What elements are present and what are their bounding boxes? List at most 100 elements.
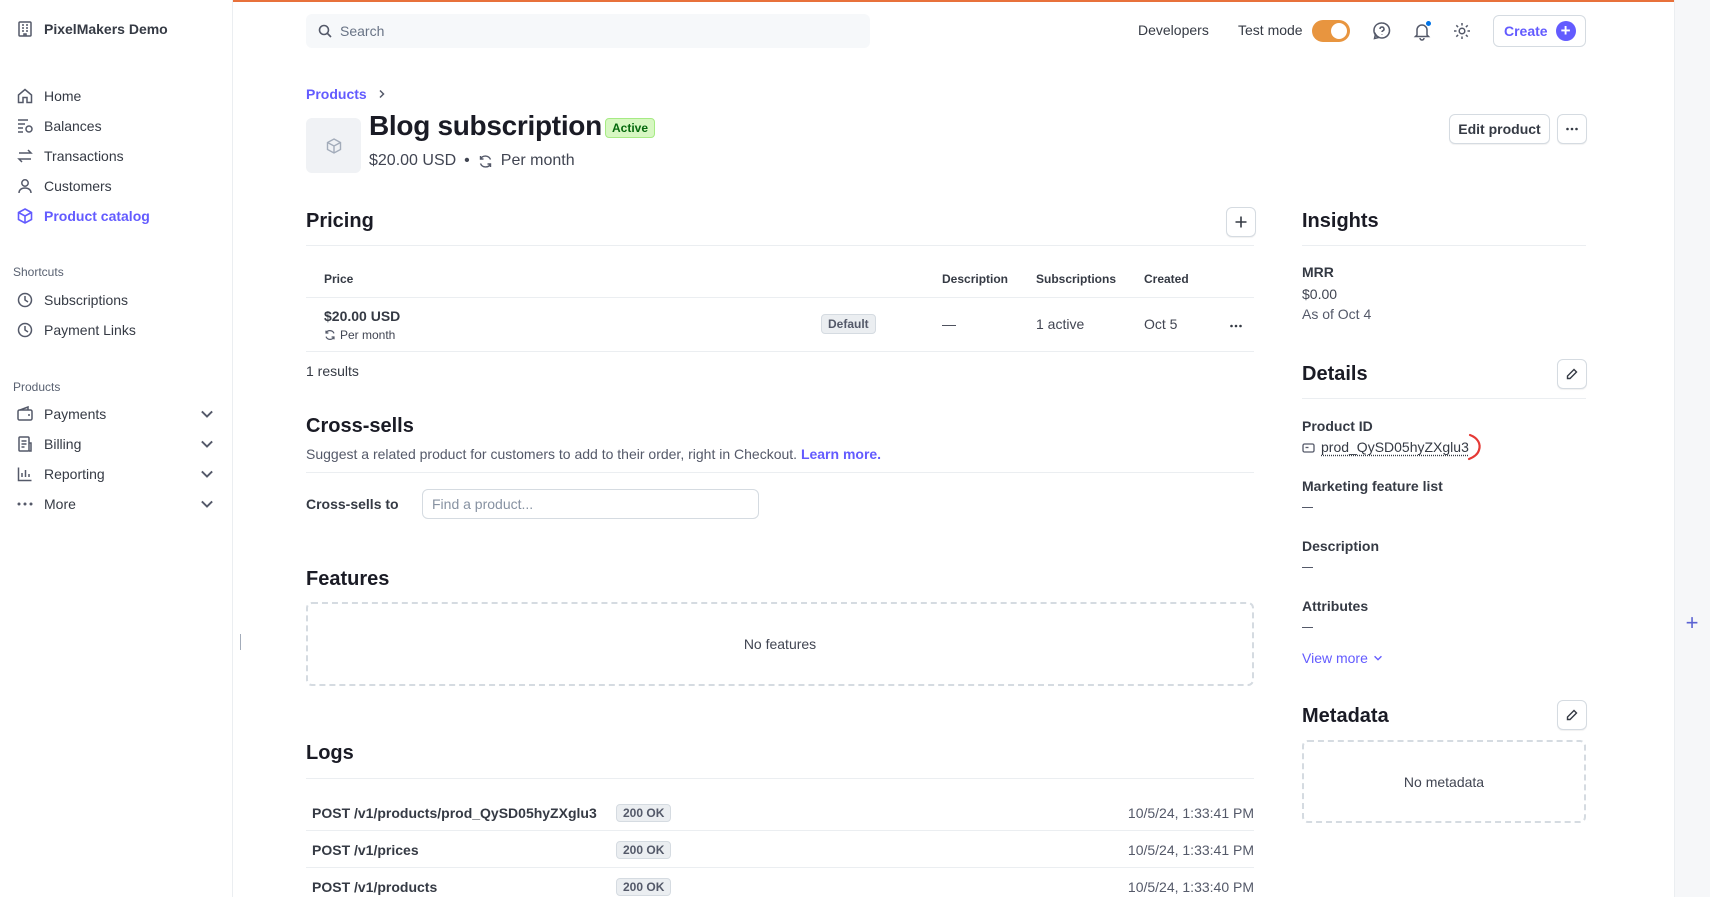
- log-row[interactable]: POST /v1/prices 200 OK 10/5/24, 1:33:41 …: [306, 832, 1254, 868]
- metadata-empty-state: No metadata: [1302, 740, 1586, 823]
- find-product-input[interactable]: [422, 489, 759, 519]
- sidebar-item-label: Transactions: [44, 148, 124, 164]
- sidebar-item-product-catalog[interactable]: Product catalog: [16, 204, 216, 228]
- sidebar-item-reporting[interactable]: Reporting: [16, 462, 216, 486]
- cross-sells-heading: Cross-sells: [306, 415, 414, 438]
- plus-icon: [1234, 215, 1248, 229]
- transactions-icon: [16, 147, 34, 165]
- log-status-badge: 200 OK: [616, 804, 671, 822]
- marketing-feature-label: Marketing feature list: [1302, 478, 1443, 494]
- divider: [1302, 398, 1586, 399]
- account-switcher[interactable]: PixelMakers Demo: [16, 20, 168, 38]
- notification-dot: [1425, 20, 1432, 27]
- price-interval-label: Per month: [340, 328, 395, 342]
- clock-icon: [16, 321, 34, 339]
- view-more-link[interactable]: View more: [1302, 650, 1384, 666]
- chevron-right-icon: [377, 89, 387, 99]
- breadcrumb[interactable]: Products: [306, 86, 387, 102]
- mrr-label: MRR: [1302, 264, 1334, 280]
- log-time: 10/5/24, 1:33:40 PM: [1128, 879, 1254, 895]
- assistant-side-strip: [1674, 0, 1710, 897]
- sidebar-item-transactions[interactable]: Transactions: [16, 144, 216, 168]
- sidebar-item-payments[interactable]: Payments: [16, 402, 216, 426]
- log-row[interactable]: POST /v1/products/prod_QySD05hyZXglu3 20…: [306, 795, 1254, 831]
- chevron-down-icon: [1372, 652, 1384, 664]
- mrr-value: $0.00: [1302, 286, 1337, 302]
- breadcrumb-products[interactable]: Products: [306, 86, 367, 102]
- log-status-badge: 200 OK: [616, 841, 671, 859]
- billing-icon: [16, 435, 34, 453]
- sidebar-item-label: More: [44, 496, 76, 512]
- cube-icon: [325, 137, 343, 155]
- search-bar[interactable]: Search: [306, 14, 870, 48]
- expand-panel-plus-icon[interactable]: +: [1680, 612, 1704, 636]
- column-header-price: Price: [324, 272, 353, 286]
- column-header-created: Created: [1144, 272, 1189, 286]
- empty-value-dash: [1302, 627, 1313, 628]
- clock-icon: [16, 291, 34, 309]
- cube-icon: [16, 207, 34, 225]
- status-badge: Active: [605, 118, 655, 138]
- shortcuts-heading: Shortcuts: [13, 265, 64, 279]
- row-actions-icon[interactable]: [1229, 319, 1243, 333]
- recurring-icon: [324, 329, 336, 341]
- pricing-heading: Pricing: [306, 210, 374, 233]
- product-summary: $20.00 USD • Per month: [369, 152, 575, 170]
- column-header-subscriptions: Subscriptions: [1036, 272, 1116, 286]
- log-path: POST /v1/products: [312, 879, 437, 895]
- sidebar-item-label: Payment Links: [44, 322, 136, 338]
- description-label: Description: [1302, 538, 1379, 554]
- empty-value-dash: [1302, 507, 1313, 508]
- product-id-value[interactable]: prod_QySD05hyZXglu3: [1302, 439, 1469, 455]
- details-heading: Details: [1302, 363, 1368, 386]
- gear-icon[interactable]: [1452, 21, 1472, 41]
- learn-more-link[interactable]: Learn more.: [801, 446, 881, 462]
- sidebar-item-label: Subscriptions: [44, 292, 128, 308]
- more-actions-button[interactable]: [1557, 114, 1587, 144]
- help-icon[interactable]: [1372, 21, 1392, 41]
- create-button[interactable]: Create +: [1493, 15, 1586, 47]
- sidebar-item-balances[interactable]: Balances: [16, 114, 216, 138]
- cross-sells-description: Suggest a related product for customers …: [306, 446, 881, 462]
- cross-sells-text: Suggest a related product for customers …: [306, 446, 797, 462]
- sidebar-item-payment-links[interactable]: Payment Links: [16, 318, 216, 342]
- test-mode-toggle[interactable]: [1312, 20, 1350, 42]
- insights-heading: Insights: [1302, 210, 1379, 233]
- edit-details-button[interactable]: [1557, 359, 1587, 389]
- pencil-icon: [1566, 368, 1578, 380]
- sidebar-item-customers[interactable]: Customers: [16, 174, 216, 198]
- sidebar-item-label: Reporting: [44, 466, 105, 482]
- sidebar-item-home[interactable]: Home: [16, 84, 216, 108]
- customers-icon: [16, 177, 34, 195]
- edit-product-button[interactable]: Edit product: [1449, 114, 1550, 144]
- plus-icon: +: [1556, 21, 1576, 41]
- copy-icon[interactable]: [1302, 441, 1315, 454]
- home-icon: [16, 87, 34, 105]
- log-row[interactable]: POST /v1/products 200 OK 10/5/24, 1:33:4…: [306, 869, 1254, 897]
- results-count: 1 results: [306, 363, 359, 379]
- sidebar-item-more[interactable]: More: [16, 492, 216, 516]
- sidebar-item-billing[interactable]: Billing: [16, 432, 216, 456]
- pencil-icon: [1566, 709, 1578, 721]
- page-title: Blog subscription: [369, 110, 602, 142]
- divider: [1302, 245, 1586, 246]
- price-created: Oct 5: [1144, 316, 1177, 332]
- balances-icon: [16, 117, 34, 135]
- separator-dot: •: [464, 152, 470, 170]
- sidebar-item-label: Home: [44, 88, 81, 104]
- edit-metadata-button[interactable]: [1557, 700, 1587, 730]
- developers-link[interactable]: Developers: [1138, 22, 1209, 38]
- more-dots-icon: [16, 495, 34, 513]
- add-price-button[interactable]: [1226, 207, 1256, 237]
- sidebar-resize-handle[interactable]: [240, 634, 241, 650]
- mrr-date: As of Oct 4: [1302, 306, 1371, 322]
- product-image-placeholder[interactable]: [306, 118, 361, 173]
- chevron-down-icon: [198, 495, 216, 513]
- attributes-label: Attributes: [1302, 598, 1368, 614]
- price-description: —: [942, 316, 956, 332]
- product-id-text: prod_QySD05hyZXglu3: [1321, 439, 1469, 455]
- search-icon: [318, 24, 332, 38]
- sidebar-item-subscriptions[interactable]: Subscriptions: [16, 288, 216, 312]
- product-price: $20.00 USD: [369, 152, 456, 170]
- cross-sells-label: Cross-sells to: [306, 496, 399, 512]
